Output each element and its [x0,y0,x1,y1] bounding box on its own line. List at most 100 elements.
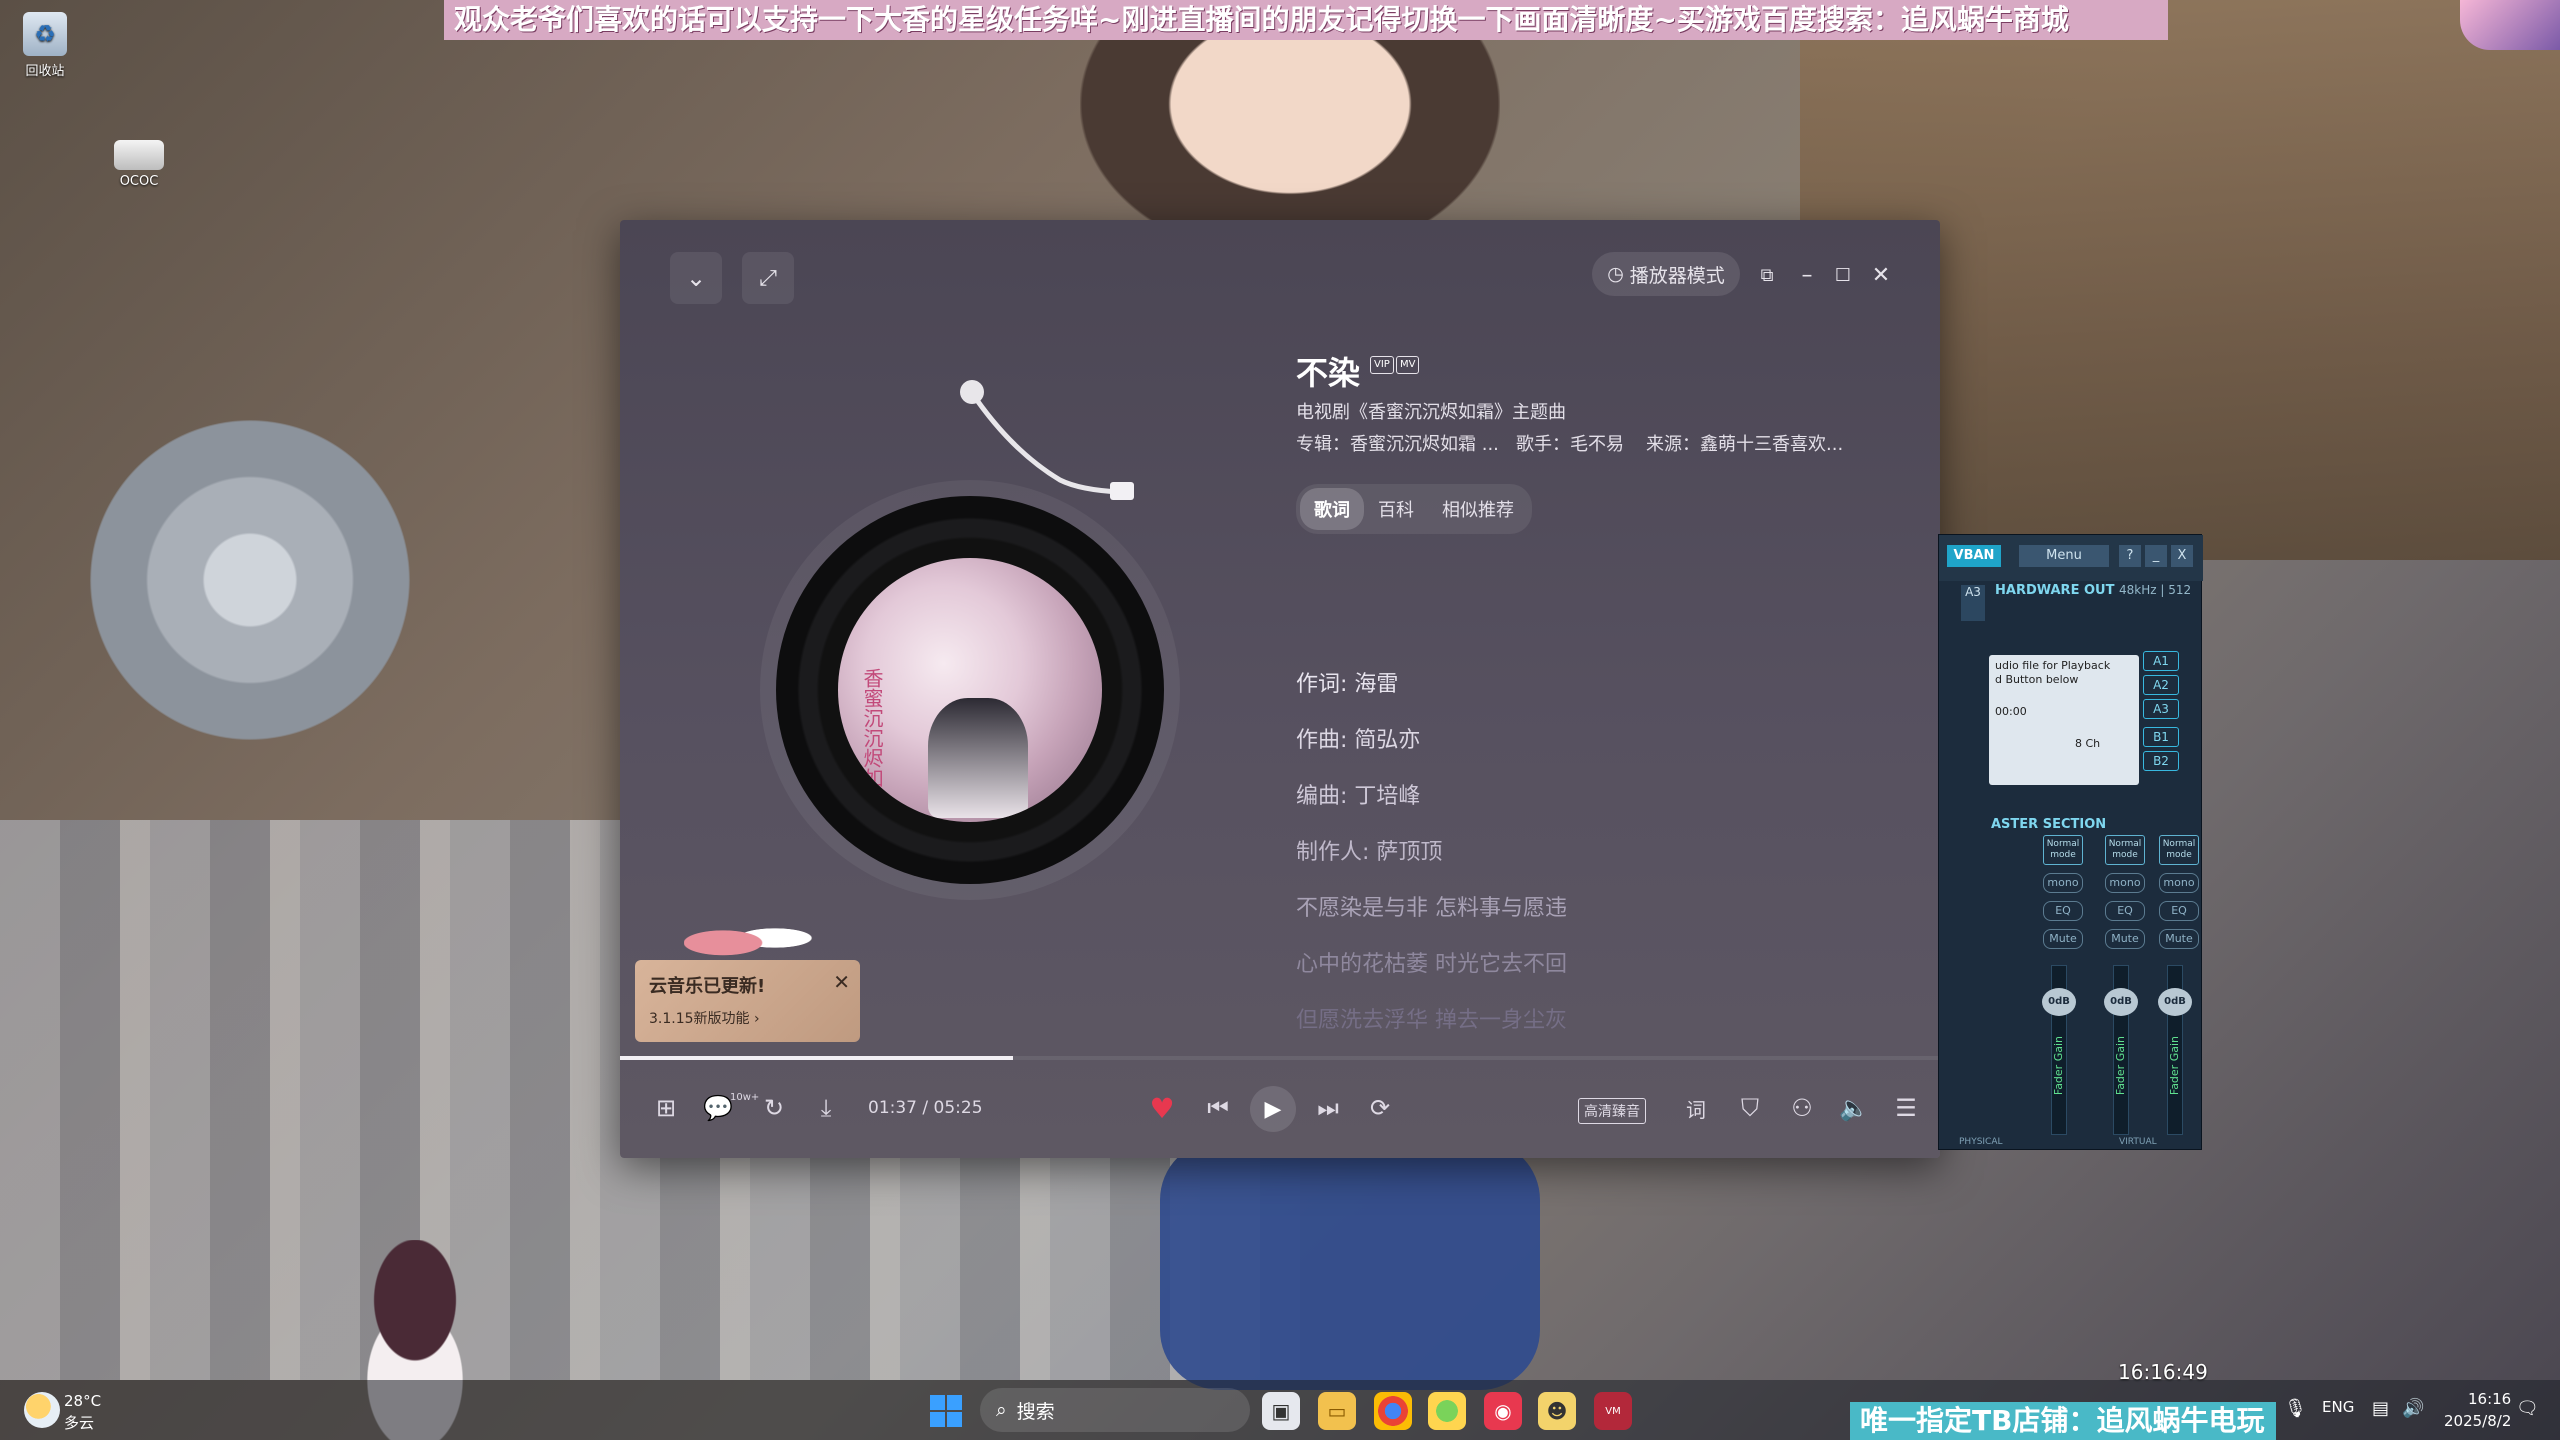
close-button[interactable]: ✕ [1864,258,1898,292]
minimize-button[interactable]: – [1790,258,1824,292]
playback-time: 00:00 [1995,705,2027,718]
bus-b2-button[interactable]: B2 [2143,751,2179,771]
listen-together-button[interactable]: ⚇ [1784,1086,1820,1130]
mono-button[interactable]: mono [2043,873,2083,893]
file-explorer-icon[interactable]: ▭ [1318,1392,1356,1430]
tab-lyrics[interactable]: 歌词 [1300,488,1364,530]
lyric-line[interactable]: 作词: 海雷 [1296,666,1398,698]
recycle-bin-icon: ♻ [23,12,67,56]
fader-knob[interactable]: 0dB [2158,988,2192,1016]
mv-badge[interactable]: MV [1396,356,1420,374]
recycle-bin-shortcut[interactable]: ♻ 回收站 [10,12,80,79]
share-button[interactable]: ↻ [756,1086,792,1130]
app-icon[interactable] [1428,1392,1466,1430]
repeat-button[interactable]: ⟳ [1360,1086,1400,1130]
eq-button[interactable]: EQ [2159,901,2199,921]
eq-button[interactable]: EQ [2105,901,2145,921]
mixer-close-button[interactable]: X [2171,545,2193,567]
fader-knob[interactable]: 0dB [2104,988,2138,1016]
master-channel-a3: Normal mode mono EQ Mute [2043,835,2083,949]
lyric-line[interactable]: 但愿洗去浮华 掸去一身尘灰 [1296,1002,1567,1034]
fader-a3[interactable]: 0dB Fader Gain [2042,965,2076,1135]
collapse-button[interactable]: ⌄ [670,252,722,304]
taskbar-date[interactable]: 2025/8/2 [2444,1412,2511,1430]
mixer-help-button[interactable]: ? [2119,545,2141,567]
album-link[interactable]: 专辑：香蜜沉沉烬如霜 ... [1296,430,1499,456]
taskbar-search[interactable]: ⌕ 搜索 [980,1388,1250,1432]
mode-button[interactable]: Normal mode [2043,835,2083,865]
mute-button[interactable]: Mute [2043,929,2083,949]
netease-music-icon[interactable]: ◉ [1484,1392,1522,1430]
weather-condition[interactable]: 多云 [64,1412,94,1433]
download-button[interactable]: ⤓ [808,1086,844,1130]
mono-button[interactable]: mono [2105,873,2145,893]
info-tabs: 歌词 百科 相似推荐 [1296,484,1532,534]
network-icon[interactable]: ▤ [2372,1398,2389,1419]
microphone-icon[interactable]: 🎙 [2284,1398,2307,1419]
mute-button[interactable]: Mute [2159,929,2199,949]
bus-a3-button[interactable]: A3 [2143,699,2179,719]
bus-a1-button[interactable]: A1 [2143,651,2179,671]
fader-b2[interactable]: 0dB Fader Gain [2158,965,2192,1135]
speaker-icon[interactable]: 🔊 [2402,1398,2424,1419]
playlist-button[interactable]: ☰ [1888,1086,1924,1130]
next-button[interactable]: ⏭ [1308,1086,1348,1130]
hardware-out-title: HARDWARE OUT [1995,583,2115,598]
mixer-menu-button[interactable]: Menu [2019,545,2109,567]
player-mode-button[interactable]: ◷ 播放器模式 [1592,252,1740,296]
ococ-shortcut[interactable]: OCOC [104,140,174,189]
toast-close-icon[interactable]: ✕ [833,970,850,994]
playback-hint: udio file for Playback d Button below 00… [1995,659,2110,751]
mono-button[interactable]: mono [2159,873,2199,893]
download-icon: ⤓ [820,1094,832,1122]
lyric-line[interactable]: 不愿染是与非 怎料事与愿违 [1296,890,1567,922]
mixer-minimize-button[interactable]: _ [2145,545,2167,567]
mini-player-button[interactable]: ⧉ [1750,258,1784,292]
start-button[interactable] [930,1395,962,1427]
close-icon: ✕ [1871,262,1891,288]
maximize-button[interactable]: ☐ [1826,258,1860,292]
volume-button[interactable]: 🔈 [1836,1086,1872,1130]
tab-similar[interactable]: 相似推荐 [1428,488,1528,530]
fader-knob[interactable]: 0dB [2042,988,2076,1016]
toast-link[interactable]: 3.1.15新版功能 › [649,1008,760,1028]
task-view-icon[interactable]: ▣ [1262,1392,1300,1430]
lyric-line[interactable]: 作曲: 简弘亦 [1296,722,1420,754]
playback-panel[interactable]: udio file for Playback d Button below 00… [1989,655,2139,785]
progress-bar[interactable] [620,1056,1940,1060]
source-link[interactable]: 来源：鑫萌十三香喜欢... [1646,430,1843,456]
lyric-line[interactable]: 制作人: 萨顶顶 [1296,834,1442,866]
windows-logo-tile [930,1395,945,1410]
like-button[interactable]: ♥ [1142,1086,1182,1130]
lyrics-toggle-button[interactable]: 词 [1678,1086,1714,1130]
sound-effect-button[interactable]: ⛉ [1732,1086,1768,1130]
fullscreen-button[interactable]: ⤢ [742,252,794,304]
eq-button[interactable]: EQ [2043,901,2083,921]
weather-temperature[interactable]: 28°C [64,1392,101,1410]
notification-icon[interactable]: 🗨 [2516,1398,2539,1419]
fader-b1[interactable]: 0dB Fader Gain [2104,965,2138,1135]
voicemeeter-icon[interactable]: VM [1594,1392,1632,1430]
chrome-icon[interactable] [1374,1392,1412,1430]
hardware-out-selector[interactable]: A3 [1961,585,1985,621]
lyric-line[interactable]: 心中的花枯萎 时光它去不回 [1296,946,1567,978]
play-button[interactable]: ▶ [1250,1086,1296,1132]
singer-link[interactable]: 歌手：毛不易 [1516,430,1624,456]
bus-a2-button[interactable]: A2 [2143,675,2179,695]
virtual-label: VIRTUAL [2119,1137,2157,1147]
lyric-line[interactable]: 编曲: 丁培峰 [1296,778,1420,810]
previous-button[interactable]: ⏮ [1198,1086,1238,1130]
mute-button[interactable]: Mute [2105,929,2145,949]
input-language[interactable]: ENG [2322,1398,2354,1416]
weather-icon[interactable] [24,1392,60,1428]
vban-button[interactable]: VBAN [1947,545,2001,567]
bus-b1-button[interactable]: B1 [2143,727,2179,747]
update-toast[interactable]: 云音乐已更新! 3.1.15新版功能 › ✕ [635,960,860,1042]
mode-button[interactable]: Normal mode [2105,835,2145,865]
mascot-app-icon[interactable]: ☻ [1538,1392,1576,1430]
tab-wiki[interactable]: 百科 [1364,488,1428,530]
add-to-playlist-button[interactable]: ⊞ [648,1086,684,1130]
taskbar-time[interactable]: 16:16 [2468,1390,2511,1408]
mode-button[interactable]: Normal mode [2159,835,2199,865]
quality-button[interactable]: 高清臻音 [1578,1098,1646,1124]
